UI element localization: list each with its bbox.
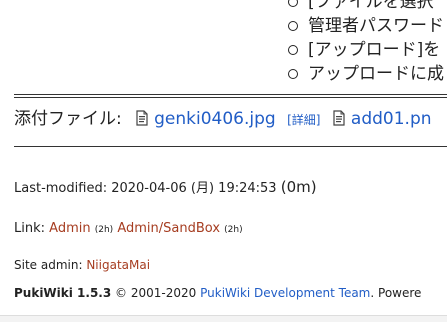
- horizontal-scrollbar[interactable]: [0, 315, 447, 322]
- site-admin: Site admin: NiigataMai: [14, 257, 150, 273]
- list-item: [ファイルを選択: [288, 0, 447, 14]
- team-link[interactable]: PukiWiki Development Team: [200, 286, 370, 300]
- related-link-admin-sandbox[interactable]: Admin/SandBox: [117, 221, 220, 236]
- attachments-bar: 添付ファイル: genki0406.jpg [詳細] add01.pn: [14, 107, 447, 131]
- list-item: [アップロード]を: [288, 38, 447, 62]
- list-item: アップロードに成: [288, 62, 447, 86]
- related-link-age: (2h): [224, 225, 243, 235]
- list-item: 管理者パスワード: [288, 14, 447, 38]
- divider: [14, 97, 447, 98]
- copyright-text: © 2001-2020: [115, 286, 197, 300]
- list-item-text: 管理者パスワード: [308, 16, 444, 36]
- credit-suffix: . Powere: [370, 286, 422, 300]
- list-item-text: アップロードに成: [308, 64, 444, 84]
- related-link-admin[interactable]: Admin: [49, 221, 90, 236]
- related-link-age: (2h): [94, 225, 114, 235]
- related-links-label: Link:: [14, 221, 46, 236]
- attachments-label: 添付ファイル:: [14, 109, 122, 129]
- attachment-detail-link[interactable]: [詳細]: [287, 113, 320, 127]
- list-bullet-icon: [288, 45, 298, 55]
- list-bullet-icon: [288, 0, 298, 7]
- list-item-text: [アップロード]を: [308, 40, 441, 60]
- last-modified-label: Last-modified:: [14, 181, 108, 196]
- last-modified-passage: (0m): [280, 178, 317, 196]
- file-attachment-icon[interactable]: [332, 109, 346, 126]
- last-modified-value: 2020-04-06 (月) 19:24:53: [111, 181, 277, 196]
- divider: [14, 94, 447, 95]
- footer-credit: PukiWiki 1.5.3 © 2001-2020 PukiWiki Deve…: [14, 285, 421, 301]
- instruction-list: [ファイルを選択 管理者パスワード [アップロード]を アップロードに成: [288, 0, 447, 86]
- list-bullet-icon: [288, 21, 298, 31]
- related-links: Link: Admin (2h) Admin/SandBox (2h): [14, 220, 243, 239]
- attachment-file-link[interactable]: genki0406.jpg: [154, 109, 276, 129]
- product-name: PukiWiki 1.5.3: [14, 286, 112, 300]
- last-modified: Last-modified: 2020-04-06 (月) 19:24:53 (…: [14, 178, 317, 198]
- site-admin-label: Site admin:: [14, 258, 83, 272]
- file-attachment-icon[interactable]: [135, 109, 149, 126]
- list-item-text: [ファイルを選択: [308, 0, 434, 12]
- list-bullet-icon: [288, 69, 298, 79]
- attachment-detail: [詳細]: [287, 113, 320, 127]
- divider: [14, 146, 447, 147]
- attachment-file-link[interactable]: add01.pn: [351, 109, 432, 129]
- site-admin-link[interactable]: NiigataMai: [86, 258, 150, 272]
